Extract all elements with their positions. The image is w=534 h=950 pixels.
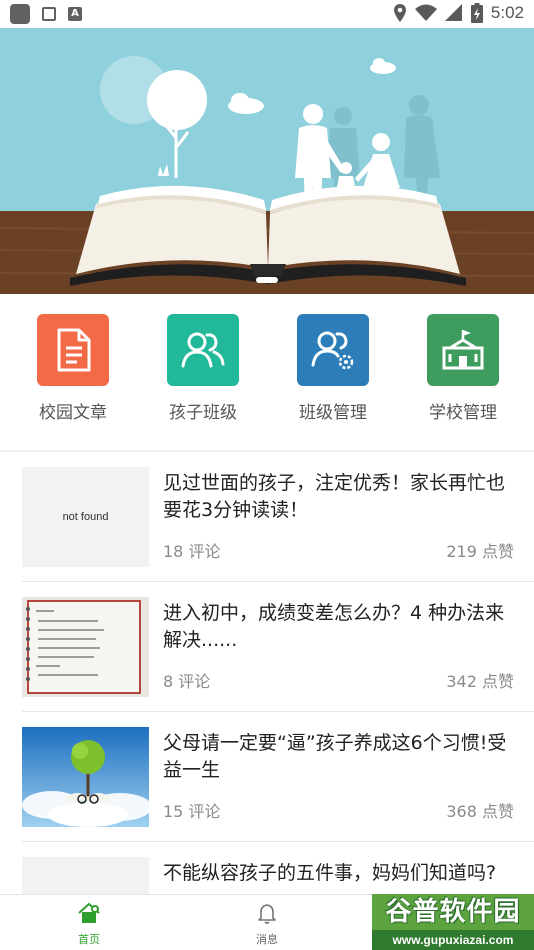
watermark-url: www.gupuxiazai.com	[372, 930, 534, 950]
quick-menu: 校园文章 孩子班级 班级管理 学校管理	[0, 294, 534, 450]
a-icon: A	[68, 7, 82, 21]
article-item[interactable]: not found 见过世面的孩子，注定优秀！家长再忙也要花3分钟读读！ 18 …	[0, 452, 534, 582]
school-icon	[427, 314, 499, 386]
quick-item-campus-articles[interactable]: 校园文章	[7, 294, 137, 450]
article-likes: 219 点赞	[446, 542, 514, 561]
article-title: 不能纵容孩子的五件事，妈妈们知道吗?	[163, 862, 497, 884]
wifi-icon	[414, 4, 437, 21]
article-item[interactable]: 父母请一定要“逼”孩子养成这6个习惯!受益一生 15 评论 368 点赞	[0, 712, 534, 842]
quick-item-label: 学校管理	[429, 403, 497, 423]
battery-icon	[470, 3, 483, 23]
watermark-logo: 谷普软件园 www.gupuxiazai.com	[372, 894, 534, 950]
article-thumbnail: not found	[22, 467, 149, 567]
banner-carousel[interactable]	[0, 28, 534, 294]
quick-item-label: 校园文章	[39, 403, 107, 423]
quick-item-class-management[interactable]: 班级管理	[267, 294, 397, 450]
article-item[interactable]: 进入初中，成绩变差怎么办？4 种办法来解决...... 8 评论 342 点赞	[0, 582, 534, 712]
status-bar: A 5:02	[0, 0, 534, 28]
quick-item-label: 班级管理	[299, 403, 367, 423]
tree-book-image	[22, 727, 149, 827]
article-item[interactable]: 不能纵容孩子的五件事，妈妈们知道吗?	[0, 842, 534, 894]
nav-home[interactable]: 首页	[0, 895, 178, 950]
nav-home-label: 首页	[78, 933, 100, 946]
article-likes: 342 点赞	[446, 672, 514, 691]
article-likes: 368 点赞	[446, 802, 514, 821]
article-comments: 8 评论	[163, 672, 211, 691]
location-icon	[393, 4, 406, 22]
bell-icon	[258, 904, 276, 924]
thumbnail-placeholder: not found	[22, 467, 149, 567]
notification-icon	[42, 7, 56, 21]
quick-item-child-class[interactable]: 孩子班级	[137, 294, 267, 450]
document-icon	[37, 314, 109, 386]
quick-item-label: 孩子班级	[169, 403, 237, 423]
people-gear-icon	[297, 314, 369, 386]
signal-icon	[444, 4, 462, 21]
carousel-indicator[interactable]	[256, 277, 278, 283]
app-icon	[10, 4, 30, 24]
watermark-title: 谷普软件园	[372, 894, 534, 930]
home-icon	[78, 902, 100, 923]
notebook-image	[22, 597, 149, 697]
open-book-family-illustration	[0, 28, 534, 294]
article-comments: 15 评论	[163, 802, 221, 821]
nav-messages-label: 消息	[256, 933, 278, 946]
article-title: 父母请一定要“逼”孩子养成这6个习惯!受益一生	[163, 732, 507, 781]
people-icon	[167, 314, 239, 386]
nav-messages[interactable]: 消息	[178, 895, 356, 950]
article-title: 见过世面的孩子，注定优秀！家长再忙也要花3分钟读读！	[163, 472, 506, 521]
status-time: 5:02	[490, 3, 524, 22]
article-title: 进入初中，成绩变差怎么办？4 种办法来解决......	[163, 602, 505, 651]
article-comments: 18 评论	[163, 542, 221, 561]
quick-item-school-management[interactable]: 学校管理	[397, 294, 527, 450]
article-thumbnail	[22, 857, 149, 894]
